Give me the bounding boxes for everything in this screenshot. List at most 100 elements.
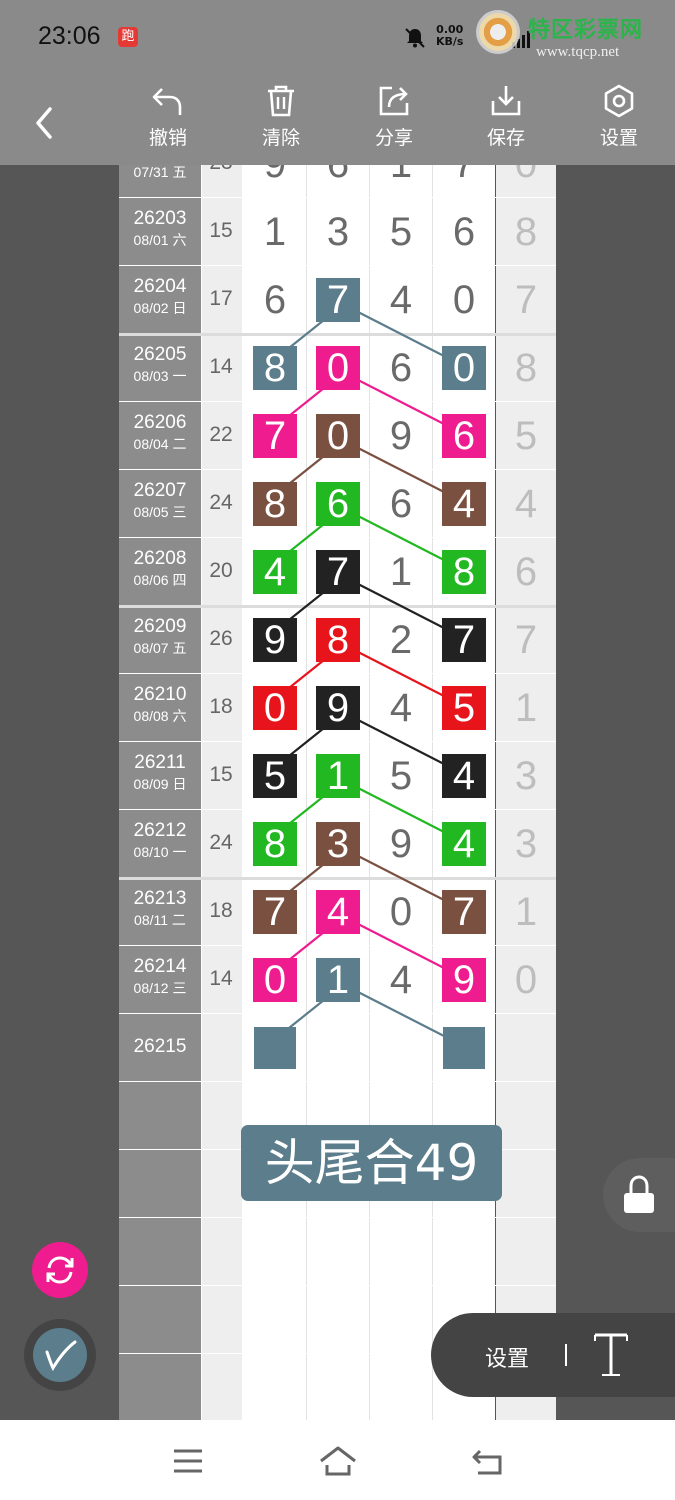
- highlighted-digit: 7: [442, 890, 486, 934]
- text-tool-button[interactable]: [589, 1327, 633, 1383]
- extra-digit: 6: [514, 550, 538, 594]
- clear-button[interactable]: 清除: [241, 83, 321, 150]
- undo-icon: [152, 88, 182, 115]
- refresh-icon: [46, 1256, 74, 1284]
- digit-cell: 9: [389, 822, 413, 866]
- digit-cell: 2: [389, 618, 413, 662]
- highlighted-digit: 9: [253, 618, 297, 662]
- issue-cell: 2620207/31 五: [119, 165, 201, 182]
- highlighted-digit: 0: [316, 414, 360, 458]
- pen-tool-inner: [33, 1328, 87, 1382]
- issue-number: 26207: [133, 480, 187, 501]
- prediction-box[interactable]: [254, 1027, 296, 1069]
- issue-date: 08/06 四: [133, 572, 187, 588]
- watermark-logo-icon: [476, 10, 520, 54]
- issue-cell: 26214 08/12 三: [119, 956, 201, 998]
- highlighted-digit: 5: [442, 686, 486, 730]
- issue-number: 26208: [133, 548, 187, 569]
- pen-tool-button[interactable]: [24, 1319, 96, 1391]
- highlighted-digit: 3: [316, 822, 360, 866]
- highlighted-digit: 1: [316, 754, 360, 798]
- home-icon[interactable]: [318, 1445, 358, 1477]
- digit-cell: 6: [389, 482, 413, 526]
- save-button[interactable]: 保存: [466, 83, 546, 150]
- lock-icon: [624, 1175, 654, 1213]
- system-nav-bar: [0, 1420, 675, 1500]
- issue-date: 08/01 六: [133, 232, 187, 248]
- digit-cell: 1: [389, 550, 413, 594]
- highlighted-digit: 4: [316, 890, 360, 934]
- digit-cell: 4: [389, 278, 413, 322]
- extra-digit: 0: [501, 165, 551, 186]
- bottom-settings-button[interactable]: 设置: [485, 1341, 529, 1373]
- highlighted-digit: 6: [316, 482, 360, 526]
- status-bar: 23:06 跑 0.00 KB/s 特区彩票网 www.tqcp.net: [0, 0, 675, 75]
- sum-value: 26: [209, 627, 233, 650]
- chevron-left-icon: [36, 107, 52, 139]
- extra-digit: 1: [514, 890, 538, 934]
- mute-bell-icon: [404, 27, 426, 55]
- divider: [565, 1344, 567, 1366]
- net-speed: 0.00 KB/s: [436, 24, 463, 48]
- issue-date: 08/08 六: [133, 708, 187, 724]
- connector-line: [288, 931, 325, 961]
- connector-line: [288, 387, 325, 417]
- highlighted-digit: 5: [253, 754, 297, 798]
- highlighted-digit: 0: [253, 958, 297, 1002]
- status-time: 23:06: [38, 22, 101, 50]
- highlighted-digit: 0: [316, 346, 360, 390]
- share-button[interactable]: 分享: [354, 83, 434, 150]
- share-label: 分享: [374, 128, 413, 149]
- connector-line: [288, 795, 325, 825]
- undo-button[interactable]: 撤销: [128, 83, 208, 150]
- refresh-button[interactable]: [32, 1242, 88, 1298]
- highlighted-digit: 1: [316, 958, 360, 1002]
- issue-cell: 26211 08/09 日: [119, 752, 201, 794]
- sum-value: 22: [209, 423, 233, 446]
- issue-cell: 26208 08/06 四: [119, 548, 201, 590]
- highlighted-digit: 4: [253, 550, 297, 594]
- highlighted-digit: 0: [442, 346, 486, 390]
- issue-date: 07/31 五: [133, 165, 187, 180]
- settings-button[interactable]: 设置: [579, 83, 659, 150]
- lock-button[interactable]: [603, 1158, 675, 1232]
- highlighted-digit: 8: [253, 346, 297, 390]
- digit-cell: 0: [452, 278, 476, 322]
- issue-number: 26209: [133, 616, 187, 637]
- back-nav-icon[interactable]: [470, 1447, 506, 1477]
- issue-date: 08/07 五: [133, 640, 187, 656]
- highlighted-digit: 4: [442, 754, 486, 798]
- issue-date: 08/05 三: [133, 504, 187, 520]
- extra-digit: 1: [514, 686, 538, 730]
- prediction-box[interactable]: [443, 1027, 485, 1069]
- text-tool-icon: [594, 1333, 628, 1376]
- extra-digit: 5: [514, 414, 538, 458]
- digit-cell: 7: [442, 165, 486, 186]
- watermark: 特区彩票网 www.tqcp.net: [476, 10, 666, 65]
- issue-cell: 26204 08/02 日: [119, 276, 201, 318]
- highlighted-digit: 8: [253, 482, 297, 526]
- extra-digit: 3: [514, 754, 538, 798]
- extra-digit: 8: [514, 210, 538, 254]
- sum-value: 24: [209, 831, 233, 854]
- back-button[interactable]: [30, 103, 60, 143]
- trend-chart-area[interactable]: 2620207/31 五23961702620308/01 六151356826…: [0, 165, 675, 1420]
- issue-date: 08/03 一: [133, 368, 187, 384]
- issue-date: 08/11 二: [134, 912, 186, 928]
- issue-date: 08/10 一: [133, 844, 187, 860]
- issue-number: 26213: [133, 888, 187, 909]
- menu-icon[interactable]: [172, 1448, 204, 1474]
- issue-cell: 26210 08/08 六: [119, 684, 201, 726]
- digit-cell: 5: [389, 754, 413, 798]
- connector-line: [288, 319, 325, 349]
- result-label[interactable]: 头尾合49: [241, 1125, 502, 1201]
- highlighted-digit: 7: [253, 414, 297, 458]
- issue-cell: 26203 08/01 六: [119, 208, 201, 250]
- share-icon: [379, 86, 409, 116]
- extra-digit: 3: [514, 822, 538, 866]
- sum-value: 18: [209, 695, 233, 718]
- highlighted-digit: 8: [253, 822, 297, 866]
- issue-number: 26204: [133, 276, 187, 297]
- highlighted-digit: 6: [442, 414, 486, 458]
- highlighted-digit: 7: [316, 550, 360, 594]
